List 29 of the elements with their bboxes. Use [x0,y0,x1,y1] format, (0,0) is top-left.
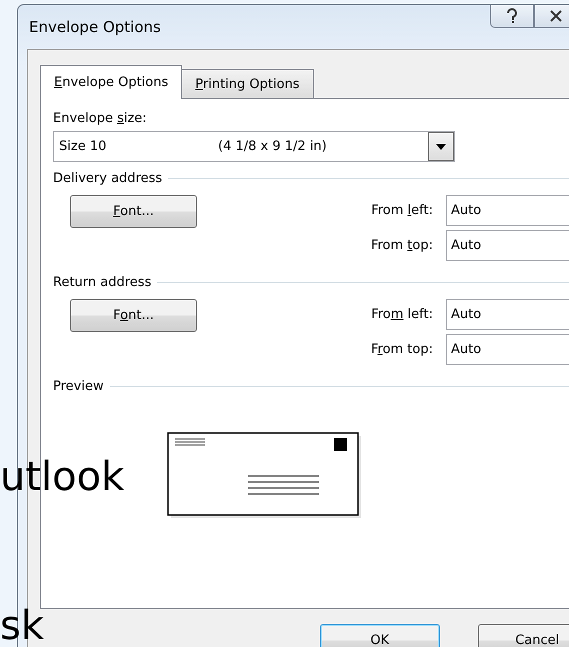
close-button[interactable] [534,5,569,28]
spinner-field[interactable]: Auto [446,195,569,226]
field-label: From top: [370,238,433,253]
ok-button[interactable]: OK [320,624,440,647]
help-icon [506,8,518,24]
caret-icon [436,144,446,150]
envelope-size-dropdown[interactable]: Size 10 (4 1/8 x 9 1/2 in) [53,131,455,162]
field-label: From top: [370,342,433,357]
background-text: sk [0,606,44,646]
spinner-field[interactable]: Auto [446,299,569,330]
spinner-field[interactable]: Auto [446,334,569,365]
field-label: From left: [371,307,433,322]
close-icon [550,10,562,22]
help-button[interactable] [490,5,534,28]
section-heading: Delivery address [53,171,162,186]
spinner-field[interactable]: Auto [446,230,569,261]
section-heading: Return address [53,275,152,290]
tab[interactable]: Printing Options [181,69,314,98]
field-label: From left: [371,203,433,218]
window-title: Envelope Options [29,18,161,36]
field-label: Envelope size: [53,111,148,126]
section-heading: Preview [53,379,104,394]
dropdown-value: Size 10 [58,139,108,154]
cancel-button[interactable]: Cancel [478,624,569,647]
tab[interactable]: Envelope Options [40,65,182,99]
font-button[interactable]: Font... [70,299,197,332]
dropdown-button[interactable] [428,132,454,161]
dropdown-dimensions: (4 1/8 x 9 1/2 in) [218,139,328,154]
font-button[interactable]: Font... [70,195,197,228]
